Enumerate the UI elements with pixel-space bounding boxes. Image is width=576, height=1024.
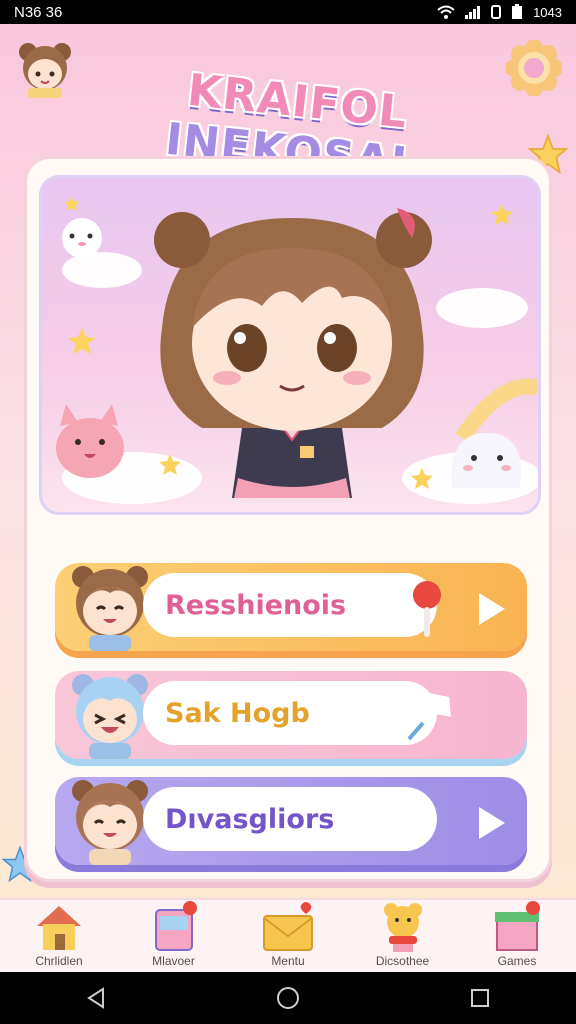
tab-dicsothee[interactable]: Dicsothee — [358, 900, 448, 972]
menu-label-pill: Dıvasgliors — [143, 787, 437, 851]
flower-gear-icon[interactable] — [506, 40, 562, 96]
menu-label-pill: Sak Hogb — [143, 681, 437, 745]
tab-chrlidlen[interactable]: Chrlidlen — [14, 900, 104, 972]
tab-label: Mlavoer — [152, 954, 195, 968]
tab-label: Dicsothee — [375, 954, 430, 968]
navigation-bar — [0, 972, 576, 1024]
main-card: Resshienois Sak Hogb Dıvasgliors — [24, 156, 552, 882]
menu-label: Dıvasgliors — [165, 803, 335, 835]
signal-icon — [465, 6, 481, 19]
app-screen: KRAIFOL INEKOSAL Resshienois Sak Hogb Dı… — [0, 24, 576, 972]
drink-box-icon — [154, 901, 197, 951]
menu-label: Sak Hogb — [165, 697, 310, 729]
tab-label: Games — [497, 954, 537, 968]
play-icon — [479, 807, 505, 839]
sparkle-icon — [407, 693, 451, 741]
bottom-tab-bar: Chrlidlen Mlavoer Mentu Dicsothee Games — [0, 898, 576, 972]
tab-label: Chrlidlen — [35, 954, 83, 968]
character-illustration — [56, 196, 538, 504]
bear-scarf-icon — [383, 903, 422, 952]
character-banner — [39, 175, 541, 515]
clock: 1043 — [533, 4, 562, 20]
play-icon — [479, 593, 505, 625]
back-icon[interactable] — [76, 978, 116, 1018]
data-icon — [491, 5, 502, 19]
menu-button-divasgliors[interactable]: Dıvasgliors — [55, 777, 527, 865]
menu-button-resshienois[interactable]: Resshienois — [55, 563, 527, 651]
tab-games[interactable]: Games — [472, 900, 562, 972]
envelope-heart-icon — [263, 902, 313, 951]
carrier-label: N36 36 — [14, 3, 63, 21]
lollipop-icon — [413, 581, 441, 637]
home-icon[interactable] — [268, 978, 308, 1018]
tab-mentu[interactable]: Mentu — [243, 900, 333, 972]
wifi-icon — [437, 5, 455, 19]
tab-mlavoer[interactable]: Mlavoer — [129, 900, 219, 972]
tab-label: Mentu — [271, 954, 305, 968]
menu-label: Resshienois — [165, 589, 347, 621]
battery-icon — [512, 4, 523, 19]
status-bar: N36 36 1043 — [0, 0, 576, 24]
menu-button-sak-hogb[interactable]: Sak Hogb — [55, 671, 527, 759]
house-icon — [37, 906, 81, 950]
menu-label-pill: Resshienois — [143, 573, 437, 637]
recents-icon[interactable] — [460, 978, 500, 1018]
gift-box-icon — [495, 901, 540, 951]
